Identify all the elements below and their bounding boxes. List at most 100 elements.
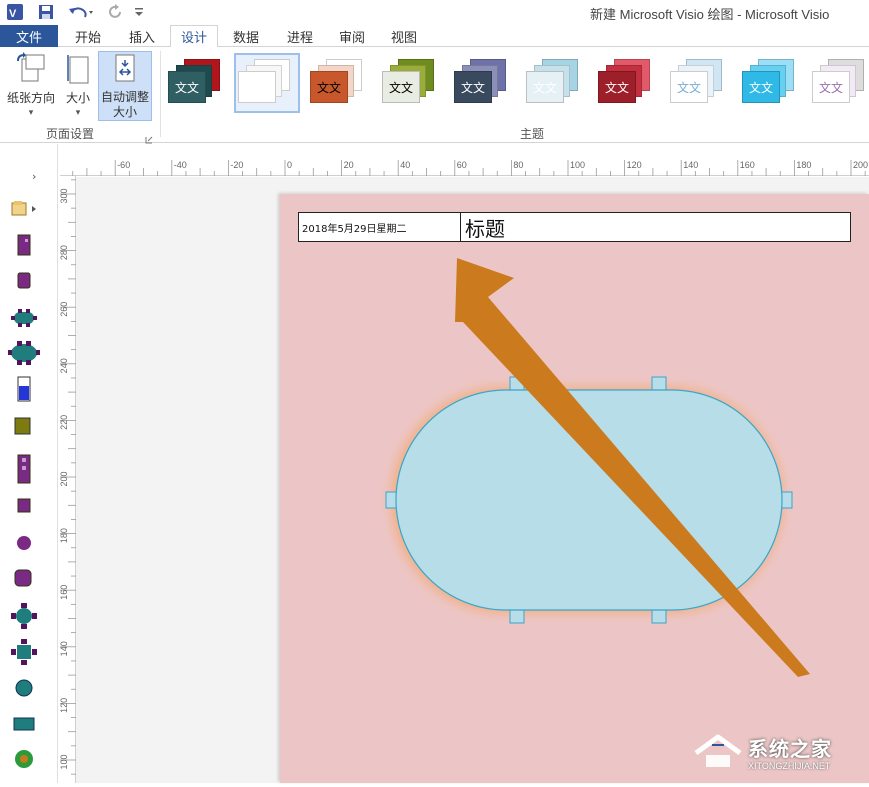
visio-app-icon[interactable]: V [4, 2, 26, 22]
theme-sample-text: 文文 [168, 71, 206, 103]
theme-9[interactable]: 文文 [740, 55, 802, 111]
size-button[interactable]: 大小 ▾ [60, 51, 96, 121]
group-separator [160, 51, 161, 137]
circle-table-shape-icon[interactable] [14, 678, 34, 702]
undo-icon[interactable] [66, 2, 96, 22]
chair-bottom-left[interactable] [510, 609, 524, 623]
theme-3[interactable]: 文文 [308, 55, 370, 111]
ruler-label: 140 [683, 160, 698, 170]
ruler-label: 240 [59, 358, 69, 373]
tab-process[interactable]: 进程 [276, 25, 324, 47]
orientation-button[interactable]: 纸张方向 ▾ [4, 51, 58, 121]
theme-sample-text: 文文 [670, 71, 708, 103]
theme-4[interactable]: 文文 [380, 55, 442, 111]
box-shape-icon[interactable] [16, 498, 32, 518]
ruler-label: 220 [59, 415, 69, 430]
ribbon-tabs: 文件 开始 插入 设计 数据 进程 审阅 视图 [0, 25, 869, 47]
tab-home[interactable]: 开始 [64, 25, 112, 47]
ruler-label: 160 [59, 585, 69, 600]
theme-sample-text: 文文 [526, 71, 564, 103]
ruler-label: -40 [174, 160, 187, 170]
theme-sample-text: 文文 [310, 71, 348, 103]
oval-table-shape-icon[interactable] [8, 340, 40, 370]
theme-5[interactable]: 文文 [452, 55, 514, 111]
ruler-label: -60 [117, 160, 130, 170]
rect-table-shape-icon[interactable] [13, 716, 35, 736]
theme-8[interactable]: 文文 [668, 55, 730, 111]
tab-insert[interactable]: 插入 [118, 25, 166, 47]
theme-2[interactable] [236, 55, 298, 111]
ruler-label: 100 [59, 754, 69, 769]
auto-size-label-2: 大小 [99, 105, 151, 120]
ruler-label: 180 [59, 528, 69, 543]
ruler-label: 20 [344, 160, 354, 170]
ruler-label: 140 [59, 641, 69, 656]
chair-bottom-right[interactable] [652, 609, 666, 623]
theme-10[interactable]: 文文 [810, 55, 869, 111]
watermark-text: 系统之家 [748, 733, 832, 762]
redo-icon[interactable] [106, 2, 126, 22]
ruler-label: 60 [457, 160, 467, 170]
tab-file[interactable]: 文件 [0, 25, 58, 47]
theme-7[interactable]: 文文 [596, 55, 658, 111]
window-title: 新建 Microsoft Visio 绘图 - Microsoft Visio [590, 4, 829, 23]
orientation-label: 纸张方向 [4, 91, 58, 106]
theme-sample-text: 文文 [742, 71, 780, 103]
theme-6[interactable]: 文文 [524, 55, 586, 111]
ruler-label: 200 [853, 160, 868, 170]
theme-sample-text: 文文 [812, 71, 850, 103]
plant-shape-icon[interactable] [13, 748, 35, 774]
drawing-canvas[interactable]: 2018年5月29日星期二 标题 [76, 177, 869, 783]
ruler-label: 80 [513, 160, 523, 170]
bookshelf-shape-icon[interactable] [16, 234, 32, 260]
chair-shape-icon[interactable] [13, 568, 33, 592]
page-size-icon [60, 51, 96, 89]
drawing-page[interactable]: 2018年5月29日星期二 标题 [280, 194, 869, 783]
tab-review[interactable]: 审阅 [328, 25, 376, 47]
theme-1[interactable]: 文文 [166, 55, 228, 111]
tab-data[interactable]: 数据 [222, 25, 270, 47]
cabinet-shape-icon[interactable] [16, 272, 32, 294]
page-shapes [280, 194, 869, 783]
copier-shape-icon[interactable] [14, 416, 32, 440]
ruler-label: 100 [570, 160, 585, 170]
expand-shapes-icon[interactable]: › [32, 170, 36, 183]
watermark-subtext: XITONGZHIJIA.NET [748, 761, 830, 771]
table-round-shape-icon[interactable] [10, 308, 38, 332]
door-shape-icon[interactable] [16, 454, 32, 488]
round-stool-shape-icon[interactable] [15, 534, 33, 556]
ruler-label: 40 [400, 160, 410, 170]
theme-sample-text: 文文 [382, 71, 420, 103]
customize-qat-icon[interactable] [132, 2, 146, 22]
ruler-label: 300 [59, 188, 69, 203]
save-icon[interactable] [36, 2, 56, 22]
ribbon: 纸张方向 ▾ 大小 ▾ 自动调整 大小 页面设置 文文文文文文文文文文文文文文文… [0, 47, 869, 143]
svg-text:V: V [9, 8, 17, 20]
ruler-label: 180 [796, 160, 811, 170]
ruler-label: -20 [230, 160, 243, 170]
square-table-shape-icon[interactable] [10, 638, 38, 670]
vertical-ruler[interactable]: 300 280 260 240 220 200 180 160 140 120 100 [58, 176, 76, 783]
water-cooler-shape-icon[interactable] [16, 376, 32, 406]
ruler-label: 0 [287, 160, 292, 170]
auto-size-icon [99, 52, 151, 88]
stencil-menu-icon[interactable] [10, 200, 40, 222]
round-table-4-shape-icon[interactable] [10, 602, 38, 634]
ruler-label: 200 [59, 471, 69, 486]
ruler-label: 160 [740, 160, 755, 170]
tab-view[interactable]: 视图 [380, 25, 428, 47]
horizontal-ruler[interactable]: -60-40-20020406080100120140160180200 [60, 158, 869, 176]
watermark-house-icon [692, 731, 744, 771]
chair-top-right[interactable] [652, 377, 666, 391]
watermark: 系统之家 XITONGZHIJIA.NET [692, 727, 862, 777]
theme-sample-text: 文文 [598, 71, 636, 103]
orientation-icon [4, 51, 58, 89]
page-setup-group-label: 页面设置 [46, 125, 94, 142]
ruler-label: 260 [59, 302, 69, 317]
ruler-label: 280 [59, 245, 69, 260]
auto-size-button[interactable]: 自动调整 大小 [98, 51, 152, 121]
tab-design[interactable]: 设计 [170, 25, 218, 48]
ruler-label: 120 [59, 698, 69, 713]
size-label: 大小 [60, 91, 96, 106]
page-setup-launcher-icon[interactable] [145, 129, 153, 148]
